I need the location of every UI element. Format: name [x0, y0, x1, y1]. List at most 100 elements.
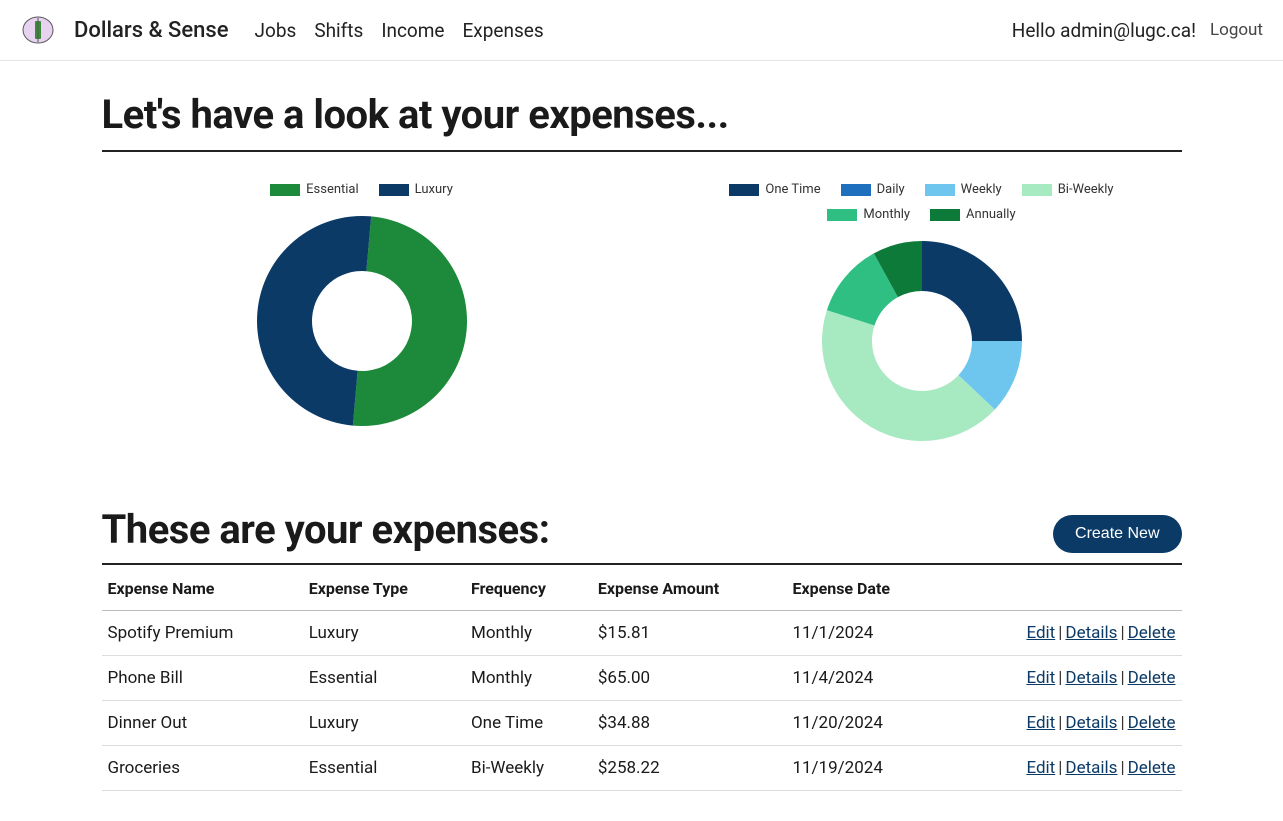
delete-link[interactable]: Delete	[1128, 668, 1176, 688]
legend-essential[interactable]: Essential	[270, 182, 359, 197]
swatch-annually	[930, 209, 960, 221]
swatch-monthly	[827, 209, 857, 221]
legend-daily[interactable]: Daily	[841, 182, 905, 197]
th-amount: Expense Amount	[592, 565, 787, 611]
legend-bi-weekly[interactable]: Bi-Weekly	[1022, 182, 1114, 197]
cell-amount: $34.88	[592, 701, 787, 746]
table-row: Spotify PremiumLuxuryMonthly$15.8111/1/2…	[102, 611, 1182, 656]
cell-amount: $65.00	[592, 656, 787, 701]
donut-slice-luxury[interactable]	[257, 216, 371, 426]
cell-name: Phone Bill	[102, 656, 303, 701]
swatch-weekly	[925, 184, 955, 196]
expense-frequency-chart: One Time Daily Weekly Bi-Weekly Monthly	[662, 182, 1182, 446]
page-title: Let's have a look at your expenses...	[102, 91, 1182, 152]
cell-date: 11/4/2024	[786, 656, 946, 701]
th-frequency: Frequency	[465, 565, 592, 611]
expenses-section-header: These are your expenses: Create New	[102, 506, 1182, 565]
cell-date: 11/19/2024	[786, 746, 946, 791]
user-greeting: Hello admin@lugc.ca!	[1012, 19, 1196, 42]
edit-link[interactable]: Edit	[1026, 623, 1055, 643]
swatch-luxury	[379, 184, 409, 196]
create-new-button[interactable]: Create New	[1053, 515, 1181, 553]
expenses-table: Expense Name Expense Type Frequency Expe…	[102, 565, 1182, 791]
separator: |	[1055, 668, 1065, 688]
table-header-row: Expense Name Expense Type Frequency Expe…	[102, 565, 1182, 611]
legend-annually[interactable]: Annually	[930, 207, 1016, 222]
cell-actions: Edit|Details|Delete	[946, 611, 1181, 656]
cell-date: 11/20/2024	[786, 701, 946, 746]
brand-name[interactable]: Dollars & Sense	[74, 18, 229, 43]
cell-type: Essential	[303, 656, 465, 701]
donut-slice-essential[interactable]	[352, 216, 466, 426]
legend-luxury[interactable]: Luxury	[379, 182, 453, 197]
legend-monthly-label: Monthly	[863, 207, 910, 222]
legend-monthly[interactable]: Monthly	[827, 207, 910, 222]
legend-weekly[interactable]: Weekly	[925, 182, 1002, 197]
cell-freq: Monthly	[465, 611, 592, 656]
edit-link[interactable]: Edit	[1026, 758, 1055, 778]
cell-type: Essential	[303, 746, 465, 791]
legend-one-time-label: One Time	[765, 182, 820, 197]
separator: |	[1117, 623, 1127, 643]
separator: |	[1055, 623, 1065, 643]
brain-logo-icon	[20, 12, 56, 48]
th-date: Expense Date	[786, 565, 946, 611]
cell-freq: Bi-Weekly	[465, 746, 592, 791]
nav-right: Hello admin@lugc.ca! Logout	[1012, 19, 1263, 42]
edit-link[interactable]: Edit	[1026, 668, 1055, 688]
delete-link[interactable]: Delete	[1128, 758, 1176, 778]
donut-chart-type	[252, 211, 472, 431]
legend-one-time[interactable]: One Time	[729, 182, 820, 197]
nav-jobs[interactable]: Jobs	[255, 19, 297, 42]
separator: |	[1117, 668, 1127, 688]
legend-essential-label: Essential	[306, 182, 359, 197]
details-link[interactable]: Details	[1065, 623, 1117, 643]
donut-slice-one-time[interactable]	[922, 241, 1022, 341]
separator: |	[1055, 713, 1065, 733]
delete-link[interactable]: Delete	[1128, 623, 1176, 643]
legend-luxury-label: Luxury	[415, 182, 453, 197]
nav-links: Jobs Shifts Income Expenses	[255, 19, 544, 42]
nav-income[interactable]: Income	[381, 19, 444, 42]
charts-row: Essential Luxury One Time Daily	[102, 182, 1182, 446]
nav-expenses[interactable]: Expenses	[463, 19, 544, 42]
details-link[interactable]: Details	[1065, 713, 1117, 733]
separator: |	[1117, 713, 1127, 733]
donut-chart-frequency	[817, 236, 1027, 446]
navbar: Dollars & Sense Jobs Shifts Income Expen…	[0, 0, 1283, 61]
swatch-one-time	[729, 184, 759, 196]
details-link[interactable]: Details	[1065, 668, 1117, 688]
cell-actions: Edit|Details|Delete	[946, 656, 1181, 701]
table-row: Phone BillEssentialMonthly$65.0011/4/202…	[102, 656, 1182, 701]
th-type: Expense Type	[303, 565, 465, 611]
expense-type-chart: Essential Luxury	[102, 182, 622, 431]
swatch-daily	[841, 184, 871, 196]
logout-link[interactable]: Logout	[1210, 20, 1263, 40]
cell-freq: One Time	[465, 701, 592, 746]
separator: |	[1055, 758, 1065, 778]
legend-weekly-label: Weekly	[961, 182, 1002, 197]
chart2-legend: One Time Daily Weekly Bi-Weekly Monthly	[692, 182, 1152, 222]
details-link[interactable]: Details	[1065, 758, 1117, 778]
legend-bi-weekly-label: Bi-Weekly	[1058, 182, 1114, 197]
cell-name: Dinner Out	[102, 701, 303, 746]
cell-date: 11/1/2024	[786, 611, 946, 656]
cell-type: Luxury	[303, 611, 465, 656]
th-name: Expense Name	[102, 565, 303, 611]
delete-link[interactable]: Delete	[1128, 713, 1176, 733]
cell-amount: $15.81	[592, 611, 787, 656]
cell-type: Luxury	[303, 701, 465, 746]
cell-actions: Edit|Details|Delete	[946, 701, 1181, 746]
nav-shifts[interactable]: Shifts	[314, 19, 363, 42]
separator: |	[1117, 758, 1127, 778]
cell-freq: Monthly	[465, 656, 592, 701]
th-actions	[946, 565, 1181, 611]
swatch-bi-weekly	[1022, 184, 1052, 196]
cell-name: Spotify Premium	[102, 611, 303, 656]
table-row: GroceriesEssentialBi-Weekly$258.2211/19/…	[102, 746, 1182, 791]
cell-actions: Edit|Details|Delete	[946, 746, 1181, 791]
table-row: Dinner OutLuxuryOne Time$34.8811/20/2024…	[102, 701, 1182, 746]
edit-link[interactable]: Edit	[1026, 713, 1055, 733]
cell-name: Groceries	[102, 746, 303, 791]
cell-amount: $258.22	[592, 746, 787, 791]
